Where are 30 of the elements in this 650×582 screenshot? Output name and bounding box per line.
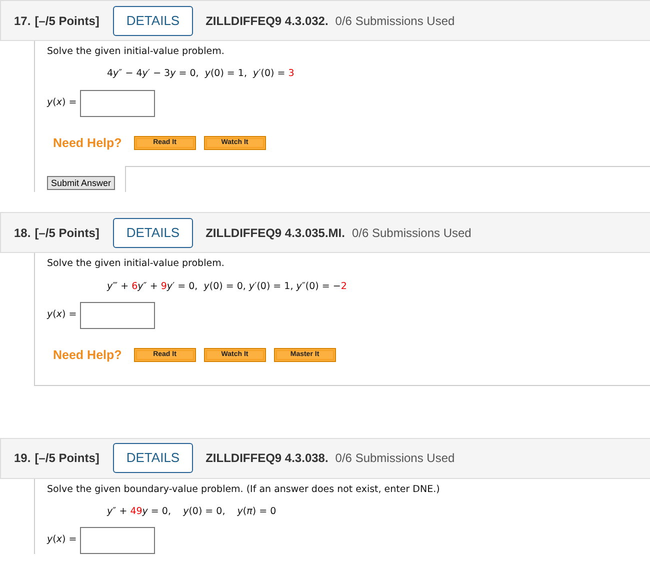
problem-statement: Solve the given initial-value problem.	[47, 45, 226, 59]
problem-code: ZILLDIFFEQ9 4.3.038.	[206, 450, 328, 467]
question-number: 17.	[14, 12, 31, 30]
equation: 4y″ − 4y′ − 3y = 0, y(0) = 1, y′(0) = 3	[107, 67, 296, 82]
submissions-count: 0/6 Submissions Used	[335, 450, 455, 467]
problem-code: ZILLDIFFEQ9 4.3.032.	[206, 12, 328, 30]
points-label: [–/5 Points]	[34, 224, 100, 242]
problem-statement: Solve the given initial-value problem.	[47, 257, 226, 272]
equation: y″ + 49y = 0, y(0) = 0, y(π) = 0	[107, 504, 278, 519]
problem-statement: Solve the given boundary-value problem. (If an answer does not exist, enter DNE.)	[47, 482, 441, 496]
answer-label: y(x) =	[47, 533, 77, 548]
answer-label: y(x) =	[47, 96, 77, 110]
submissions-count: 0/6 Submissions Used	[335, 12, 455, 30]
question-number: 18.	[14, 224, 31, 242]
question-number: 19.	[14, 450, 31, 467]
answer-field[interactable]	[80, 90, 155, 116]
details-button[interactable]: DETAILS	[113, 6, 193, 36]
equation: y‴ + 6y″ + 9y′ = 0, y(0) = 0, y′(0) = 1, y″(0) = −2	[107, 280, 348, 294]
need-help-label: Need Help?	[53, 134, 122, 152]
details-button[interactable]: DETAILS	[113, 443, 193, 473]
points-label: [–/5 Points]	[34, 450, 100, 467]
need-help-label: Need Help?	[53, 346, 122, 364]
points-label: [–/5 Points]	[34, 12, 100, 30]
problem-code: ZILLDIFFEQ9 4.3.035.MI.	[206, 224, 345, 242]
answer-field[interactable]	[80, 527, 155, 554]
answer-label: y(x) =	[47, 308, 77, 322]
submit-answer-button[interactable]: Submit Answer	[47, 176, 116, 190]
submissions-count: 0/6 Submissions Used	[352, 224, 472, 242]
answer-field[interactable]	[80, 302, 155, 329]
details-button[interactable]: DETAILS	[113, 218, 193, 248]
